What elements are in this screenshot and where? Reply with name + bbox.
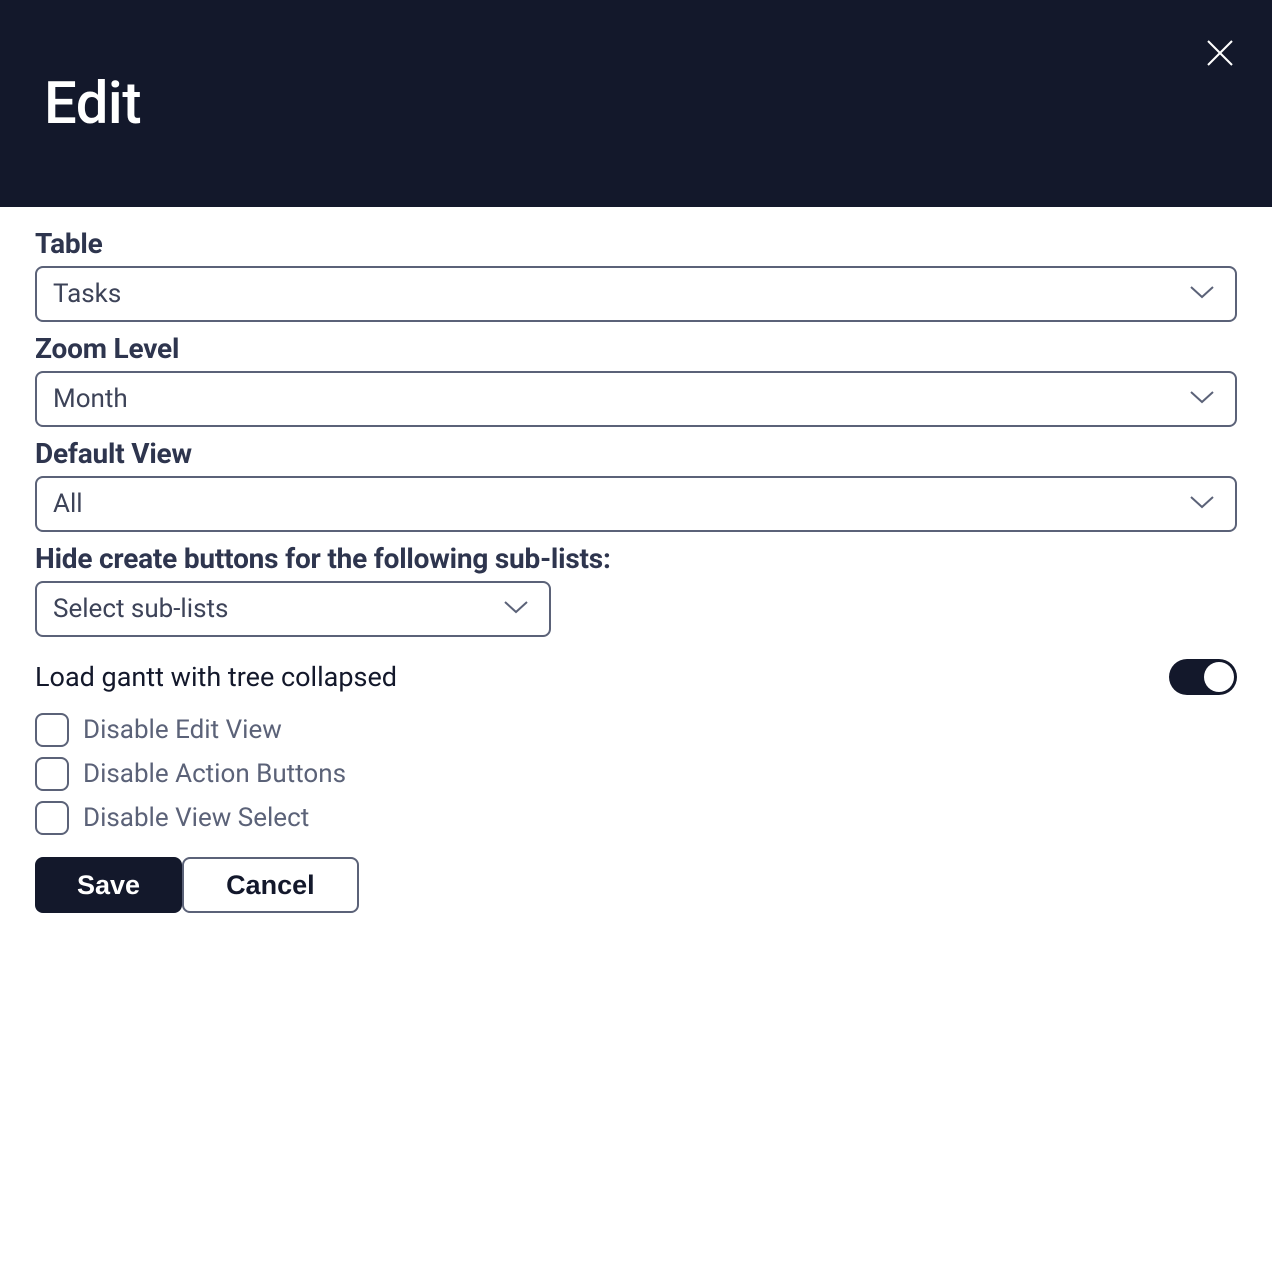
button-row: Save Cancel (35, 857, 1237, 913)
disable-view-select-label: Disable View Select (83, 803, 309, 833)
default-view-select-value: All (53, 489, 83, 519)
zoom-label: Zoom Level (35, 332, 1237, 365)
close-icon (1204, 37, 1236, 72)
dialog-header: Edit (0, 0, 1272, 207)
hide-create-select[interactable]: Select sub-lists (35, 581, 551, 637)
disable-view-select-row: Disable View Select (35, 801, 1237, 835)
table-select-value: Tasks (53, 279, 121, 309)
collapse-toggle-row: Load gantt with tree collapsed (35, 659, 1237, 695)
save-button[interactable]: Save (35, 857, 182, 913)
disable-view-select-checkbox[interactable] (35, 801, 69, 835)
hide-create-placeholder: Select sub-lists (53, 594, 228, 624)
table-select[interactable]: Tasks (35, 266, 1237, 322)
disable-action-buttons-checkbox[interactable] (35, 757, 69, 791)
disable-action-buttons-row: Disable Action Buttons (35, 757, 1237, 791)
disable-action-buttons-label: Disable Action Buttons (83, 759, 346, 789)
chevron-down-icon (1189, 389, 1215, 409)
zoom-select-value: Month (53, 384, 128, 414)
default-view-select[interactable]: All (35, 476, 1237, 532)
collapse-toggle-label: Load gantt with tree collapsed (35, 661, 397, 693)
close-button[interactable] (1196, 30, 1244, 78)
toggle-knob (1204, 662, 1234, 692)
zoom-select[interactable]: Month (35, 371, 1237, 427)
collapse-toggle[interactable] (1169, 659, 1237, 695)
table-label: Table (35, 227, 1237, 260)
dialog-content: Table Tasks Zoom Level Month Default Vie… (0, 207, 1272, 913)
chevron-down-icon (503, 599, 529, 619)
disable-edit-view-checkbox[interactable] (35, 713, 69, 747)
disable-edit-view-label: Disable Edit View (83, 715, 282, 745)
disable-edit-view-row: Disable Edit View (35, 713, 1237, 747)
chevron-down-icon (1189, 494, 1215, 514)
cancel-button[interactable]: Cancel (182, 857, 359, 913)
default-view-label: Default View (35, 437, 1237, 470)
chevron-down-icon (1189, 284, 1215, 304)
hide-create-label: Hide create buttons for the following su… (35, 542, 1237, 575)
page-title: Edit (44, 70, 141, 138)
